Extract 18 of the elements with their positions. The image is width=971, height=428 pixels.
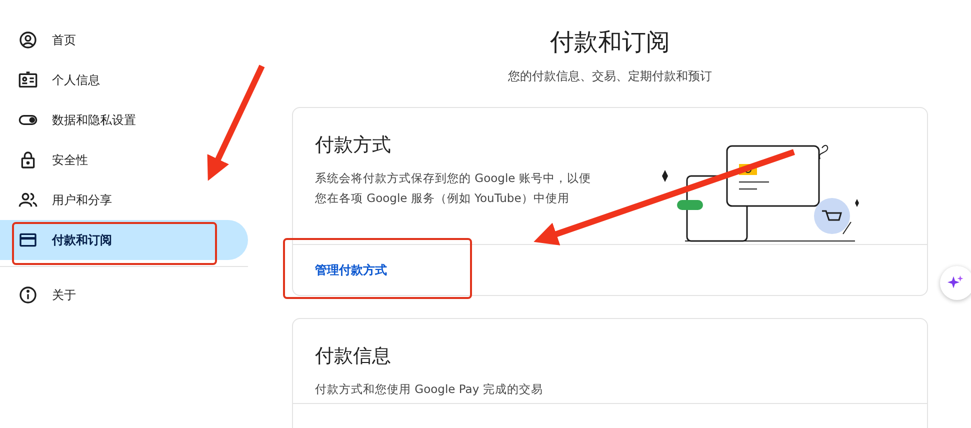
page-title: 付款和订阅 [549, 27, 671, 58]
nav-icon [18, 70, 38, 90]
card-description: 付款方式和您使用 Google Pay 完成的交易 [315, 381, 543, 398]
sidebar-item[interactable]: 数据和隐私设置 [0, 100, 248, 140]
manage-payment-link[interactable]: 管理付款方式 [315, 262, 387, 278]
sidebar-item[interactable]: 个人信息 [0, 60, 248, 100]
sidebar-item[interactable]: 安全性 [0, 140, 248, 180]
card-title: 付款信息 [315, 344, 392, 369]
page-subtitle: 您的付款信息、交易、定期付款和预订 [507, 68, 713, 85]
sidebar-item[interactable]: 付款和订阅 [0, 220, 248, 260]
card-title: 付款方式 [315, 133, 392, 158]
assistant-button[interactable] [940, 266, 971, 300]
nav-icon [18, 30, 38, 50]
sidebar-item[interactable]: 用户和分享 [0, 180, 248, 220]
sidebar-item[interactable]: 关于 [0, 275, 248, 315]
info-icon [18, 285, 38, 305]
sidebar-item[interactable]: 首页 [0, 20, 248, 60]
card-description: 系统会将付款方式保存到您的 Google 账号中，以便 您在各项 Google 服务（例如 YouTube）中使用 [315, 170, 591, 207]
